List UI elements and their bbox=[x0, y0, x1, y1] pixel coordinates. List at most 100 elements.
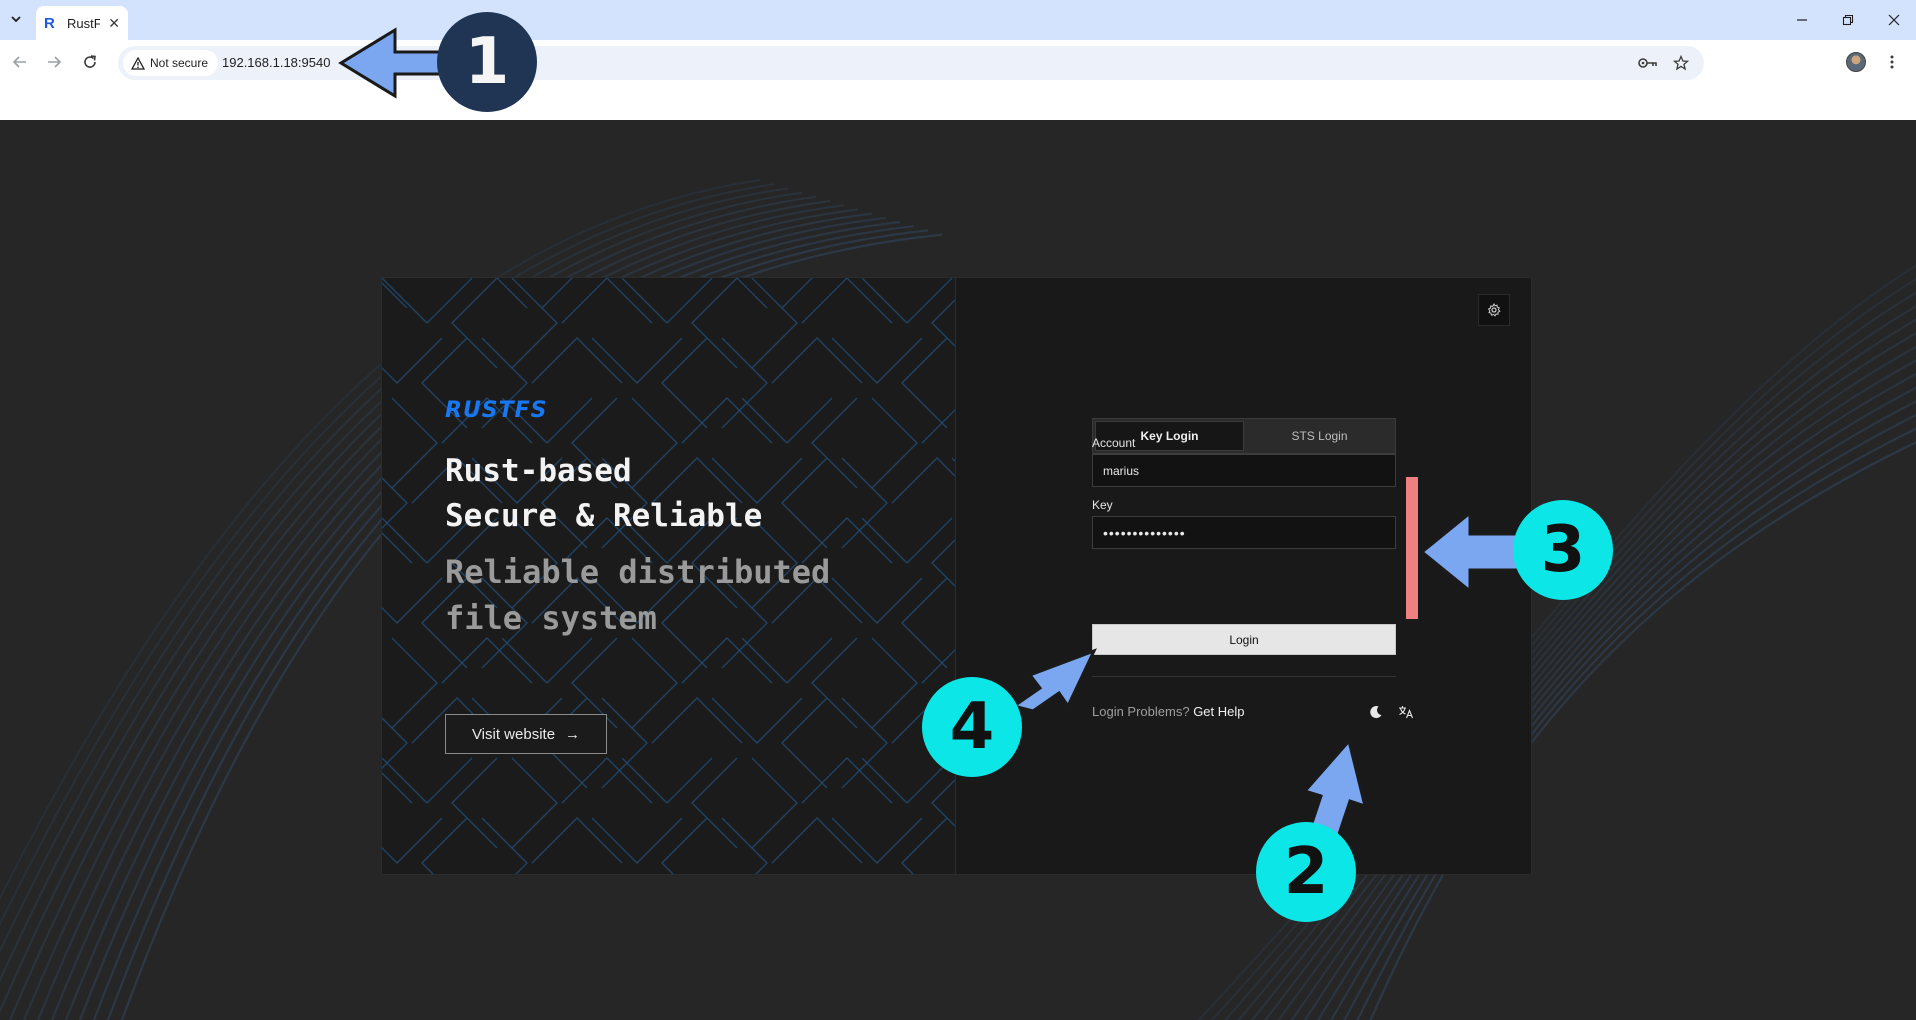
subheadline: Reliable distributed file system bbox=[445, 553, 831, 637]
theme-toggle-button[interactable] bbox=[1365, 701, 1387, 723]
maze-line bbox=[601, 697, 648, 789]
headline: Rust-based Secure & Reliable bbox=[445, 449, 865, 539]
maze-line bbox=[931, 299, 955, 347]
maze-line bbox=[721, 817, 768, 874]
maze-line bbox=[931, 539, 955, 587]
maze-line bbox=[421, 817, 468, 874]
reload-icon bbox=[84, 55, 96, 68]
maze-line bbox=[391, 397, 438, 489]
arrow-right-icon bbox=[48, 56, 62, 68]
maze-line bbox=[801, 278, 893, 324]
maze-line bbox=[771, 337, 863, 384]
maze-line bbox=[871, 397, 918, 489]
maze-line bbox=[841, 697, 888, 789]
favicon-icon: R bbox=[44, 14, 55, 32]
browser-menu-button[interactable] bbox=[1882, 52, 1902, 72]
maze-line bbox=[531, 817, 623, 864]
login-help: Login Problems? Get Help bbox=[1092, 704, 1245, 719]
gear-icon bbox=[1487, 303, 1501, 317]
maze-line bbox=[751, 278, 798, 369]
tab-title: RustFS bbox=[67, 15, 101, 31]
restore-icon bbox=[1842, 14, 1854, 26]
divider bbox=[1092, 676, 1396, 677]
maze-line bbox=[801, 757, 893, 804]
maze-line bbox=[561, 278, 653, 324]
key-icon bbox=[1638, 58, 1657, 68]
maze-line bbox=[391, 637, 438, 729]
more-vert-icon bbox=[1890, 55, 1894, 69]
tab-search-button[interactable] bbox=[5, 8, 27, 30]
maze-line bbox=[531, 337, 623, 384]
headline-line-1: Rust-based bbox=[445, 453, 632, 489]
maze-line bbox=[511, 757, 558, 849]
password-key-button[interactable] bbox=[1638, 53, 1658, 73]
account-input[interactable]: marius bbox=[1092, 454, 1396, 487]
browser-tab-strip: R RustFS ✕ bbox=[0, 0, 1916, 40]
arrow-right-icon: → bbox=[565, 725, 581, 743]
browser-toolbar: Not secure 192.168.1.18:9540 bbox=[0, 40, 1916, 120]
headline-line-2: Secure & Reliable bbox=[445, 498, 763, 534]
bookmark-button[interactable] bbox=[1671, 53, 1691, 73]
login-panel: Key Login STS Login Account marius Key •… bbox=[957, 278, 1531, 874]
maze-line bbox=[382, 717, 408, 769]
key-input[interactable]: •••••••••••••• bbox=[1092, 516, 1396, 549]
maze-line bbox=[661, 817, 708, 874]
maze-line bbox=[781, 278, 813, 309]
restore-button[interactable] bbox=[1834, 8, 1862, 32]
maze-line bbox=[651, 697, 743, 744]
maze-line bbox=[541, 278, 573, 309]
maze-line bbox=[561, 757, 653, 804]
security-chip-label: Not secure bbox=[150, 56, 209, 70]
maze-line bbox=[951, 697, 955, 702]
maze-line bbox=[951, 457, 955, 462]
moon-icon bbox=[1370, 706, 1382, 719]
back-button[interactable] bbox=[8, 50, 32, 74]
maze-line bbox=[496, 278, 528, 309]
close-icon bbox=[1888, 14, 1900, 26]
maze-line bbox=[382, 577, 443, 624]
maze-line bbox=[382, 337, 443, 384]
key-label: Key bbox=[1092, 498, 1113, 512]
maze-line bbox=[771, 817, 863, 864]
maze-line bbox=[736, 278, 768, 309]
close-window-button[interactable] bbox=[1880, 8, 1908, 32]
maze-line bbox=[891, 697, 955, 744]
maze-line bbox=[481, 817, 528, 874]
maze-line bbox=[511, 278, 558, 369]
hero-panel: RUSTFS Rust-based Secure & Reliable Reli… bbox=[382, 278, 956, 874]
star-icon bbox=[1673, 55, 1689, 71]
tab-sts-login[interactable]: STS Login bbox=[1246, 421, 1393, 451]
maze-line bbox=[751, 757, 798, 849]
arrow-left-icon bbox=[12, 56, 26, 68]
maze-line bbox=[871, 637, 918, 729]
translate-icon bbox=[1399, 706, 1414, 719]
get-help-link[interactable]: Get Help bbox=[1193, 704, 1244, 719]
brand-logo: RUSTFS bbox=[445, 398, 548, 423]
maze-line bbox=[681, 637, 773, 684]
maze-line bbox=[382, 477, 408, 529]
browser-tab[interactable]: R RustFS ✕ bbox=[36, 6, 128, 40]
help-text: Login Problems? bbox=[1092, 704, 1190, 719]
reload-button[interactable] bbox=[78, 50, 102, 74]
tab-close-icon[interactable]: ✕ bbox=[108, 15, 120, 32]
settings-button[interactable] bbox=[1478, 294, 1510, 326]
visit-website-button[interactable]: Visit website → bbox=[445, 714, 607, 754]
maze-line bbox=[382, 532, 413, 564]
maze-line bbox=[931, 779, 955, 827]
forward-button[interactable] bbox=[42, 50, 66, 74]
minimize-button[interactable] bbox=[1788, 8, 1816, 32]
maze-line bbox=[901, 817, 948, 874]
profile-avatar[interactable] bbox=[1846, 52, 1866, 72]
maze-line bbox=[631, 637, 678, 729]
account-label: Account bbox=[1092, 436, 1136, 450]
security-chip[interactable]: Not secure bbox=[123, 50, 219, 76]
maze-line bbox=[891, 457, 955, 504]
maze-line bbox=[441, 637, 533, 684]
login-button[interactable]: Login bbox=[1092, 624, 1396, 655]
language-button[interactable] bbox=[1395, 701, 1417, 723]
address-bar[interactable]: Not secure 192.168.1.18:9540 bbox=[118, 46, 1704, 80]
url-text[interactable]: 192.168.1.18:9540 bbox=[222, 55, 330, 70]
maze-line bbox=[382, 772, 413, 804]
minimize-icon bbox=[1797, 19, 1807, 21]
login-method-tabs: Key Login STS Login bbox=[1092, 418, 1396, 454]
